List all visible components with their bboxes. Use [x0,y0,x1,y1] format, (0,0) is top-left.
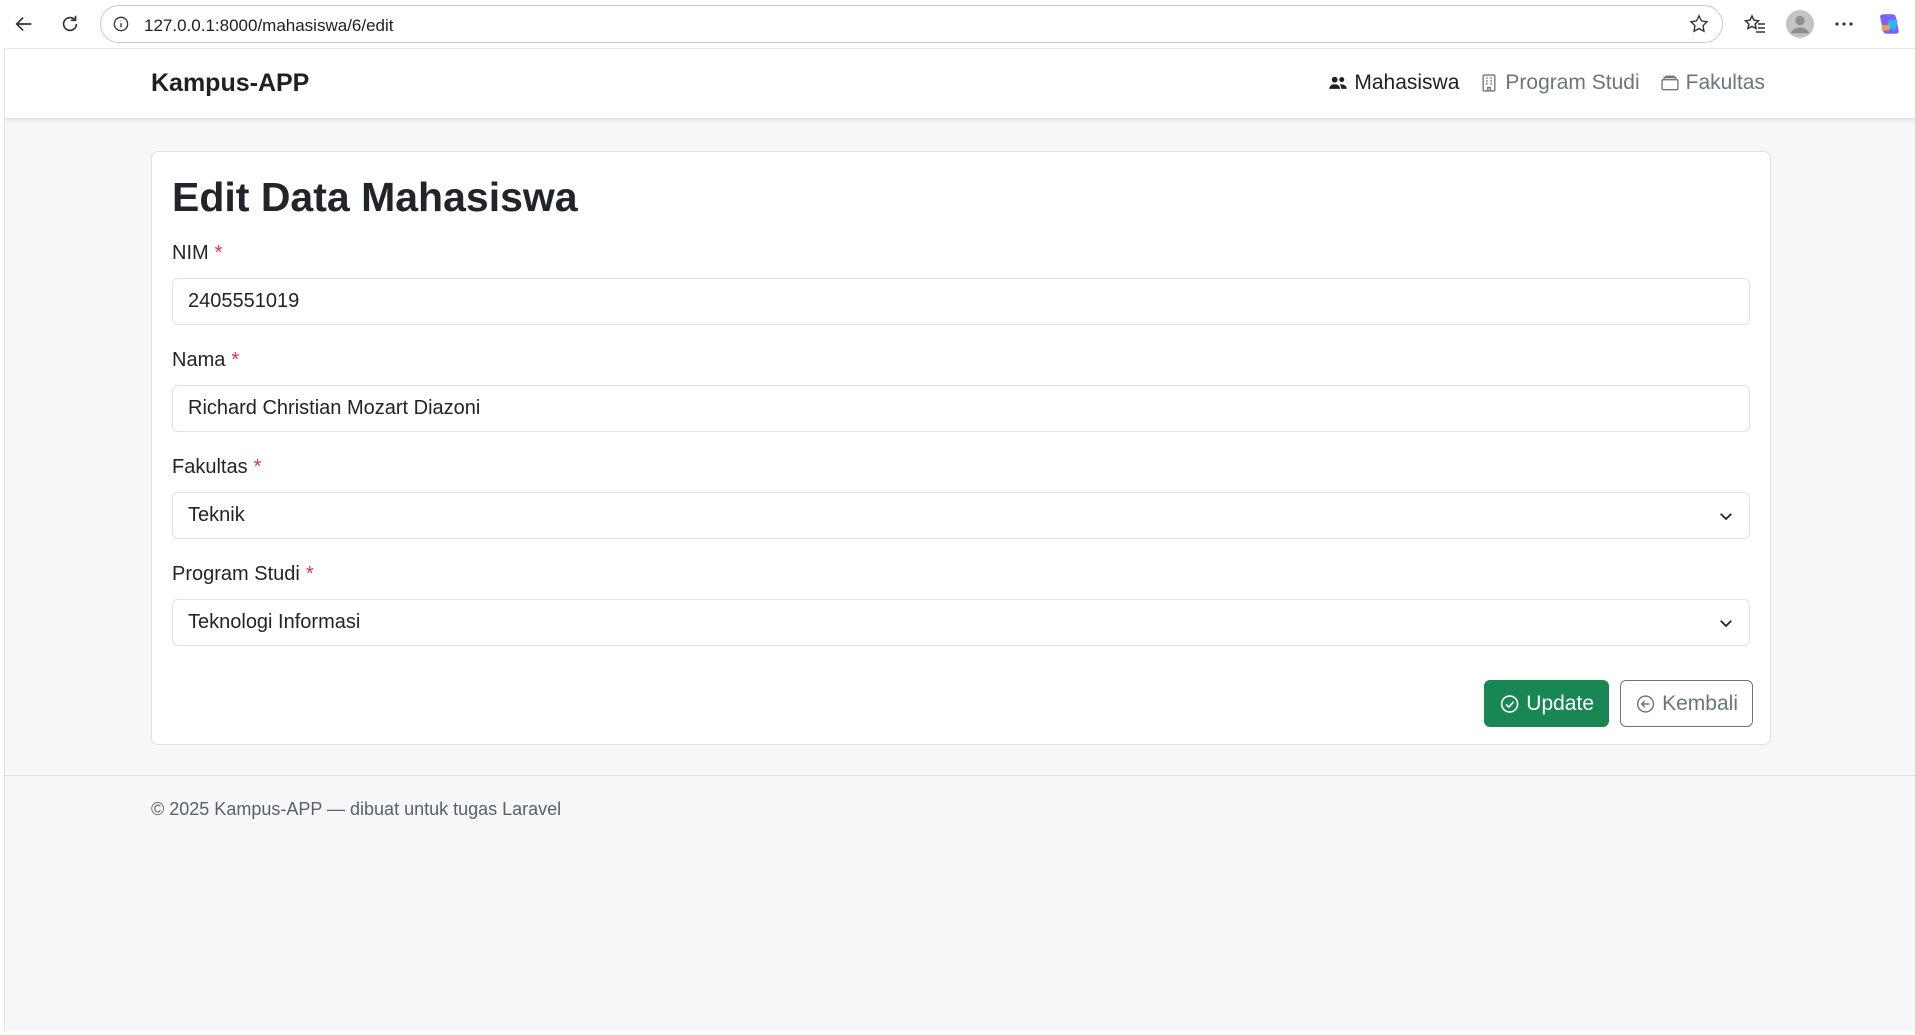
favorite-star-icon[interactable] [1688,13,1710,35]
check-circle-icon [1500,694,1519,713]
nav-link-label: Program Studi [1505,71,1640,94]
footer-divider [5,775,1915,776]
program-studi-select[interactable]: Teknologi Informasi [172,599,1750,646]
fakultas-select[interactable]: Teknik [172,492,1750,539]
chevron-down-icon [1720,513,1732,521]
site-info-icon[interactable] [111,14,131,34]
top-navbar: Kampus-APP Mahasiswa Program Studi Fakul… [5,49,1915,119]
program-studi-selected-value: Teknologi Informasi [188,611,361,633]
url-text: 127.0.0.1:8000/mahasiswa/6/edit [144,16,394,35]
profile-icon[interactable] [1786,10,1814,38]
update-button[interactable]: Update [1484,680,1609,727]
back-button-label: Kembali [1662,691,1738,715]
required-mark: * [214,242,223,264]
nama-input[interactable]: Richard Christian Mozart Diazoni [172,385,1750,432]
favorites-icon[interactable] [1741,10,1769,38]
chevron-down-icon [1720,620,1732,628]
copilot-icon[interactable] [1876,10,1904,38]
nav-link-fakultas[interactable]: Fakultas [1660,71,1765,95]
nama-value: Richard Christian Mozart Diazoni [188,397,481,419]
back-button[interactable]: Kembali [1620,680,1753,727]
more-icon[interactable] [1830,10,1858,38]
nav-links: Mahasiswa Program Studi Fakultas [1328,71,1765,95]
address-bar[interactable]: 127.0.0.1:8000/mahasiswa/6/edit [100,5,1723,43]
edit-form-card: Edit Data Mahasiswa NIM * 2405551019 Nama… [151,151,1771,745]
nim-value: 2405551019 [188,290,300,312]
footer-text: © 2025 Kampus-APP — dibuat untuk tugas L… [151,799,562,819]
fakultas-selected-value: Teknik [188,504,245,526]
page-viewport: Kampus-APP Mahasiswa Program Studi Fakul… [4,48,1915,1031]
briefcase-icon [1661,75,1679,91]
nim-input[interactable]: 2405551019 [172,278,1750,325]
required-mark: * [305,563,314,585]
nama-label: Nama * [172,349,240,371]
people-icon [1329,76,1348,89]
nim-label: NIM * [172,242,223,264]
page-title: Edit Data Mahasiswa [172,174,578,220]
brand-logo[interactable]: Kampus-APP [151,69,309,98]
nav-link-mahasiswa[interactable]: Mahasiswa [1328,71,1459,95]
program-studi-label: Program Studi * [172,563,314,585]
update-button-label: Update [1526,691,1594,715]
nav-link-label: Mahasiswa [1354,71,1460,94]
nav-link-program-studi[interactable]: Program Studi [1479,71,1640,95]
building-icon [1482,74,1496,92]
nav-link-label: Fakultas [1685,71,1765,94]
required-mark: * [253,456,262,478]
fakultas-label: Fakultas * [172,456,262,478]
browser-toolbar: 127.0.0.1:8000/mahasiswa/6/edit [0,0,1915,48]
required-mark: * [231,349,240,371]
arrow-left-circle-icon [1636,694,1655,713]
refresh-icon[interactable] [54,8,86,40]
back-icon[interactable] [8,8,40,40]
